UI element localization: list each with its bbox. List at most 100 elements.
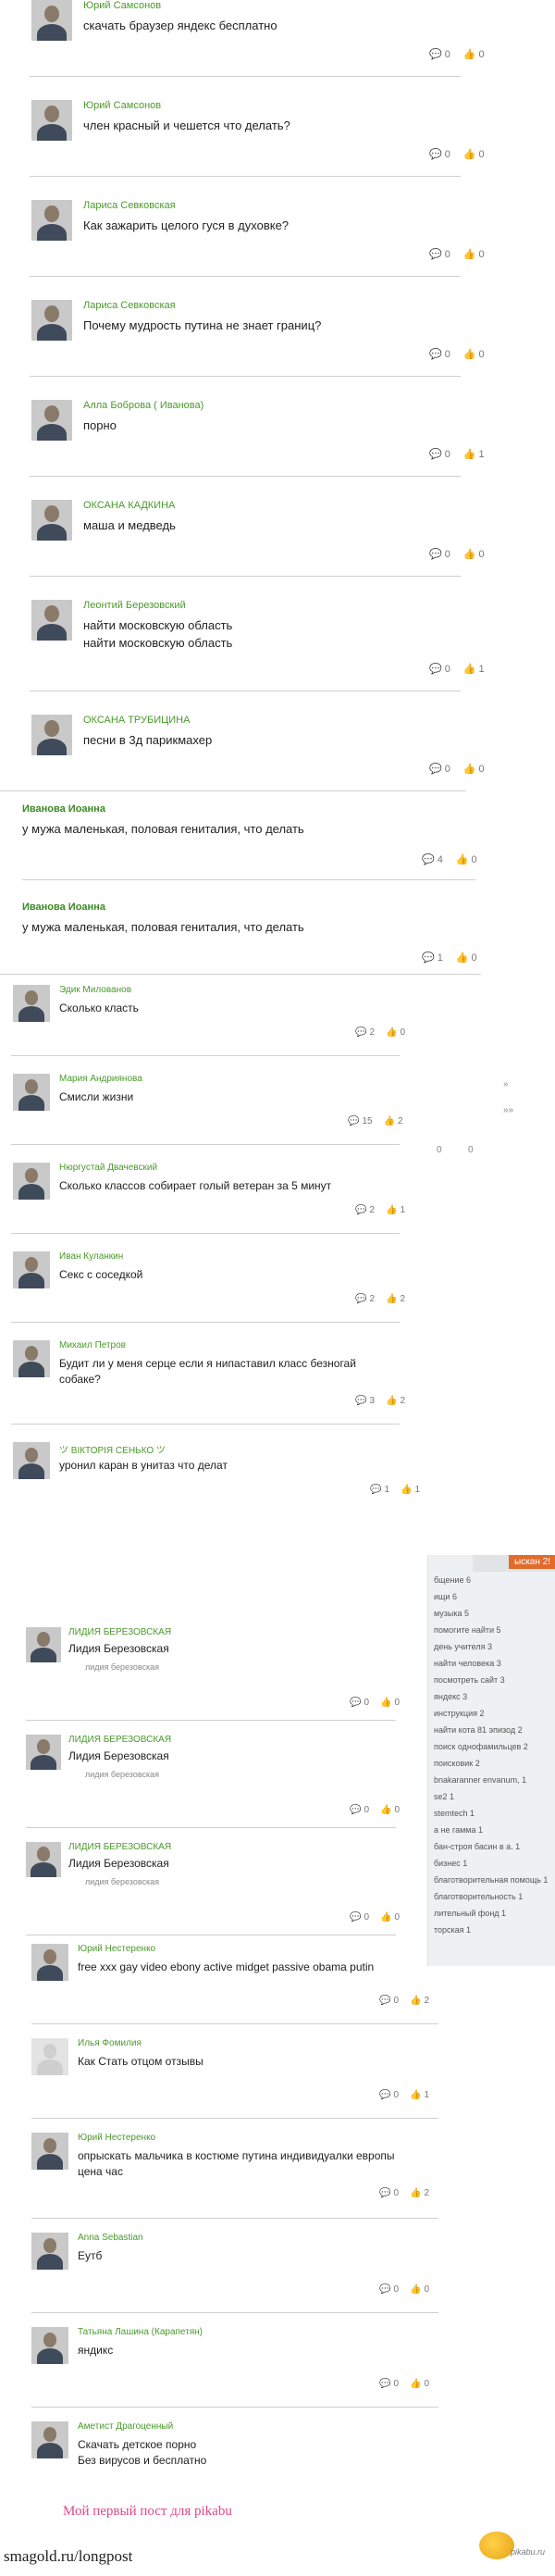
author-name[interactable]: Аметист Драгоценный [78,2421,173,2432]
likes-count[interactable]: 0 [424,2379,429,2389]
author-name[interactable]: ОКСАНА КАДКИНА [83,500,175,511]
avatar[interactable] [13,1163,50,1200]
answers-count[interactable]: 0 [445,549,450,560]
answers-count[interactable]: 0 [364,1698,369,1708]
tag-item[interactable]: день учителя 3 [434,1642,492,1651]
avatar[interactable] [13,1442,50,1479]
author-name[interactable]: ЛИДИЯ БЕРЕЗОВСКАЯ [68,1842,171,1852]
avatar[interactable] [31,300,72,341]
author-name[interactable]: Иванова Иоанна [22,803,105,815]
question-text[interactable]: яндикс [78,2344,113,2357]
question-text[interactable]: Будит ли у меня серце если я нипаставил … [59,1357,356,1370]
tag-item[interactable]: яндекс 3 [434,1692,467,1701]
avatar[interactable] [31,2233,68,2270]
tag-item[interactable]: stemtech 1 [434,1809,475,1818]
likes-count[interactable]: 0 [479,149,485,160]
question-text[interactable]: скачать браузер яндекс бесплатно [83,19,278,32]
author-name[interactable]: ツ ВIКТОРIЯ СЕНЬКО ツ [59,1442,166,1456]
likes-count[interactable]: 0 [394,1698,400,1708]
question-text[interactable]: Скачать детское порно [78,2438,196,2451]
question-text[interactable]: маша и медведь [83,518,176,532]
likes-count[interactable]: 0 [479,549,485,560]
question-text[interactable]: Еутб [78,2249,102,2262]
answers-count[interactable]: 2 [369,1205,375,1215]
likes-count[interactable]: 0 [479,49,485,60]
author-name[interactable]: Лариса Севковская [83,200,176,211]
tag-item[interactable]: посмотреть сайт 3 [434,1675,505,1685]
avatar[interactable] [31,0,72,41]
author-name[interactable]: ОКСАНА ТРУБИЦИНА [83,715,190,726]
avatar[interactable] [26,1842,61,1877]
answers-count[interactable]: 0 [445,664,450,675]
author-name[interactable]: ЛИДИЯ БЕРЕЗОВСКАЯ [68,1627,171,1637]
likes-count[interactable]: 2 [400,1396,405,1406]
question-text[interactable]: Лидия Березовская [68,1642,169,1655]
question-text[interactable]: у мужа маленькая, половая гениталия, что… [22,920,304,934]
likes-count[interactable]: 1 [479,449,485,460]
tag-item[interactable]: торская 1 [434,1925,471,1935]
avatar[interactable] [31,100,72,141]
avatar[interactable] [31,2327,68,2364]
question-text[interactable]: песни в 3д парикмахер [83,733,212,747]
avatar[interactable] [13,1251,50,1288]
answers-count[interactable]: 0 [393,2284,399,2295]
answers-count[interactable]: 0 [445,764,450,775]
likes-count[interactable]: 0 [479,249,485,260]
question-text[interactable]: Как зажарить целого гуся в духовке? [83,218,289,232]
question-text-line2[interactable]: найти московскую область [83,636,232,650]
avatar[interactable] [31,715,72,755]
avatar[interactable] [13,1074,50,1111]
author-name[interactable]: Anna Sebastian [78,2233,143,2243]
tag-item[interactable]: поисковик 2 [434,1759,480,1768]
avatar[interactable] [31,2133,68,2170]
avatar[interactable] [31,600,72,641]
answers-count[interactable]: 0 [445,349,450,360]
likes-count[interactable]: 0 [472,854,477,865]
author-name[interactable]: Нюргустай Двачевский [59,1163,157,1173]
question-text[interactable]: Лидия Березовская [68,1857,169,1870]
tag-item[interactable]: а не гамма 1 [434,1825,483,1835]
avatar[interactable] [26,1627,61,1662]
question-text[interactable]: член красный и чешется что делать? [83,118,290,132]
answers-count[interactable]: 2 [369,1027,375,1038]
likes-count[interactable]: 0 [479,764,485,775]
avatar[interactable] [13,985,50,1022]
avatar[interactable] [31,200,72,241]
likes-count[interactable]: 0 [394,1805,400,1815]
tag-item[interactable]: ищи 6 [434,1592,457,1601]
tag-item[interactable]: помогите найти 5 [434,1625,501,1635]
question-text[interactable]: у мужа маленькая, половая гениталия, что… [22,822,304,836]
likes-count[interactable]: 1 [400,1205,405,1215]
tag-item[interactable]: благотворительность 1 [434,1892,523,1901]
likes-count[interactable]: 0 [394,1912,400,1923]
question-text[interactable]: Смисли жизни [59,1090,133,1103]
answers-count[interactable]: 3 [369,1396,375,1406]
likes-count[interactable]: 2 [424,1996,429,2006]
avatar[interactable] [31,400,72,441]
question-text[interactable]: Сколько класть [59,1002,139,1014]
question-text[interactable]: Секс с соседкой [59,1268,142,1281]
author-name[interactable]: Иван Куланкин [59,1251,123,1262]
question-text[interactable]: Сколько классов собирает голый ветеран з… [59,1179,331,1192]
answers-count[interactable]: 0 [445,449,450,460]
avatar[interactable] [31,2421,68,2458]
question-text-line2[interactable]: Без вирусов и бесплатно [78,2454,206,2467]
answers-count[interactable]: 1 [384,1485,389,1495]
question-text[interactable]: Как Стать отцом отзывы [78,2055,204,2068]
tag-item[interactable]: поиск однофамильцев 2 [434,1742,528,1751]
answers-count[interactable]: 0 [393,2090,399,2100]
likes-count[interactable]: 2 [398,1116,403,1126]
question-text[interactable]: найти московскую область [83,618,232,632]
answers-count[interactable]: 1 [438,952,443,964]
tag-item[interactable]: музыка 5 [434,1609,469,1618]
tag-item[interactable]: se2 1 [434,1792,454,1801]
tag-item[interactable]: bnakaranner envanum, 1 [434,1775,526,1785]
tag-item[interactable]: инструкция 2 [434,1709,485,1718]
question-text[interactable]: опрыскать мальчика в костюме путина инди… [78,2149,395,2162]
author-name[interactable]: Юрий Самсонов [83,100,161,111]
question-text[interactable]: Почему мудрость путина не знает границ? [83,318,321,332]
likes-count[interactable]: 2 [400,1294,405,1304]
likes-count[interactable]: 0 [424,2284,429,2295]
answers-count[interactable]: 0 [393,2188,399,2198]
author-name[interactable]: Лариса Севковская [83,300,176,311]
